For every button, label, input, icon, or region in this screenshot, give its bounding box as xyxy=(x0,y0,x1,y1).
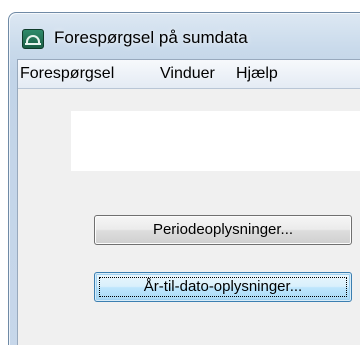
content-panel: Periodeoplysninger... År-til-dato-oplysn… xyxy=(18,89,360,345)
ytd-info-button-label: År-til-dato-oplysninger... xyxy=(143,278,303,295)
blank-panel xyxy=(71,111,360,171)
period-info-button[interactable]: Periodeoplysninger... xyxy=(94,215,352,245)
app-logo-base xyxy=(25,43,41,45)
title-bar[interactable]: Forespørgsel på sumdata xyxy=(9,13,360,59)
app-window: Forespørgsel på sumdata Forespørgsel Vin… xyxy=(8,12,360,345)
menu-hjaelp[interactable]: Hjælp xyxy=(234,65,280,83)
ytd-info-button[interactable]: År-til-dato-oplysninger... xyxy=(94,272,352,302)
menu-forespoergsel[interactable]: Forespørgsel xyxy=(18,65,116,83)
period-info-button-label: Periodeoplysninger... xyxy=(152,221,294,238)
menu-vinduer[interactable]: Vinduer xyxy=(158,65,217,83)
app-logo-icon[interactable] xyxy=(22,29,44,49)
menu-bar: Forespørgsel Vinduer Hjælp xyxy=(18,60,360,89)
window-title: Forespørgsel på sumdata xyxy=(54,28,248,47)
client-area: Forespørgsel Vinduer Hjælp Periodeoplysn… xyxy=(17,59,360,345)
screen: Forespørgsel på sumdata Forespørgsel Vin… xyxy=(0,0,360,345)
